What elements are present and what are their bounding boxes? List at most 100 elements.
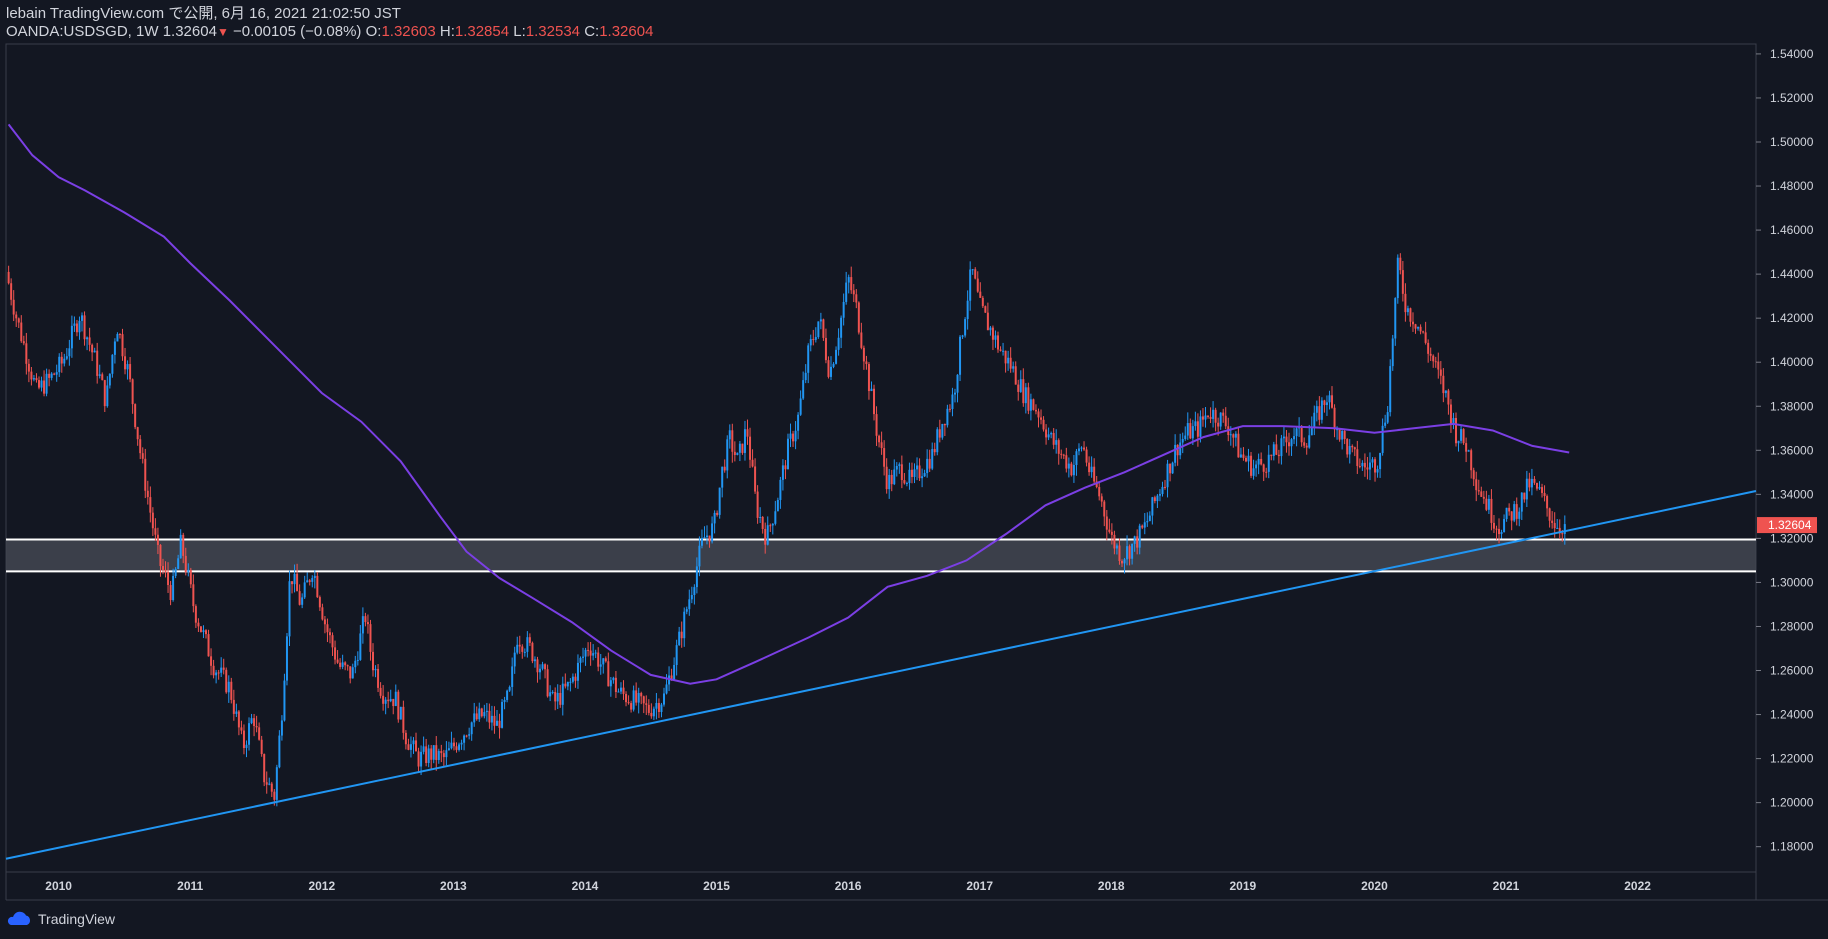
candle-body <box>339 662 342 667</box>
candle <box>96 342 99 384</box>
candle <box>976 271 979 293</box>
candle-body <box>1027 387 1030 411</box>
candle <box>1328 390 1331 410</box>
candle <box>43 370 46 397</box>
candle <box>612 676 615 684</box>
candle <box>1508 503 1511 516</box>
candle-body <box>437 751 440 760</box>
candle <box>862 345 865 370</box>
candle-body <box>258 727 261 740</box>
candle <box>802 371 805 400</box>
candle-body <box>60 356 63 364</box>
candle-body <box>614 677 617 692</box>
candle <box>587 642 590 657</box>
candle-body <box>503 699 506 702</box>
candle-body <box>521 646 524 652</box>
candle-body <box>1151 497 1154 516</box>
candle <box>728 424 731 449</box>
candle-body <box>344 662 347 666</box>
candle-body <box>759 516 762 518</box>
candle-body <box>1477 490 1480 492</box>
candle-body <box>746 429 749 437</box>
time-axis[interactable]: 2010 2011 2012 2013 2014 2015 2016 2017 2018 2019… <box>45 879 1651 893</box>
candle <box>83 311 86 346</box>
candle <box>384 697 387 715</box>
candle-body <box>1270 454 1273 456</box>
candle-body <box>283 680 286 721</box>
candle-body <box>905 482 908 484</box>
candle-body <box>48 373 51 378</box>
candle <box>344 661 347 671</box>
candle <box>1384 414 1387 429</box>
candle <box>1419 324 1422 335</box>
candle <box>711 516 714 544</box>
candle-body <box>749 436 752 460</box>
candle <box>721 466 724 498</box>
candle <box>60 351 63 373</box>
candle <box>1267 445 1270 479</box>
candle-body <box>533 659 536 662</box>
candle <box>926 449 929 478</box>
candle-body <box>728 430 731 440</box>
candle-body <box>594 652 597 654</box>
candle <box>986 302 989 331</box>
price-chart[interactable]: 1.54000 1.52000 1.50000 1.48000 1.46000 1.440… <box>0 0 1828 939</box>
candle <box>852 284 855 302</box>
candle-body <box>589 650 592 656</box>
candle <box>98 364 101 379</box>
candle-body <box>660 704 663 713</box>
candle-body <box>961 335 964 337</box>
candle <box>245 740 248 758</box>
candle-body <box>549 692 552 697</box>
candle <box>68 339 71 366</box>
candle-body <box>1323 400 1326 406</box>
candle <box>609 676 612 697</box>
candle <box>817 321 820 339</box>
candle <box>1222 408 1225 423</box>
candle-body <box>422 746 425 752</box>
candle-body <box>1414 324 1417 329</box>
candle <box>205 629 207 639</box>
candle-body <box>485 710 488 713</box>
candle <box>402 700 405 740</box>
candle <box>422 736 425 755</box>
candle-body <box>384 699 387 704</box>
candle-body <box>531 642 534 662</box>
candle-body <box>655 702 658 709</box>
candle-body <box>55 372 58 375</box>
candle-body <box>1164 486 1167 488</box>
candle <box>108 373 111 389</box>
tradingview-logo[interactable]: TradingView <box>6 911 115 927</box>
candle <box>40 376 43 392</box>
candle <box>799 390 802 416</box>
candle <box>1171 461 1174 474</box>
candle-body <box>948 408 951 410</box>
candle <box>1351 444 1354 453</box>
candle <box>55 364 58 382</box>
candle-body <box>743 429 746 453</box>
candle-body <box>903 480 906 484</box>
candle-body <box>1553 523 1556 529</box>
candle-body <box>1409 308 1412 322</box>
candle-body <box>885 466 888 490</box>
candle-body <box>1434 361 1437 363</box>
candle <box>1070 461 1073 477</box>
candle-body <box>98 374 101 376</box>
candle <box>991 325 994 351</box>
candle <box>1242 447 1245 461</box>
candle <box>584 647 587 666</box>
candle-body <box>1098 487 1101 497</box>
candle <box>723 459 726 473</box>
candle-body <box>194 606 197 623</box>
candle-body <box>237 711 240 728</box>
candle <box>255 715 258 733</box>
candle <box>22 335 25 346</box>
candle-body <box>493 715 496 726</box>
candle <box>1551 511 1554 529</box>
candle <box>341 654 344 670</box>
candle <box>819 312 822 330</box>
candle <box>146 480 149 505</box>
candle-body <box>999 349 1002 351</box>
price-axis[interactable]: 1.54000 1.52000 1.50000 1.48000 1.46000 1.440… <box>1756 47 1814 854</box>
candle <box>93 347 96 353</box>
